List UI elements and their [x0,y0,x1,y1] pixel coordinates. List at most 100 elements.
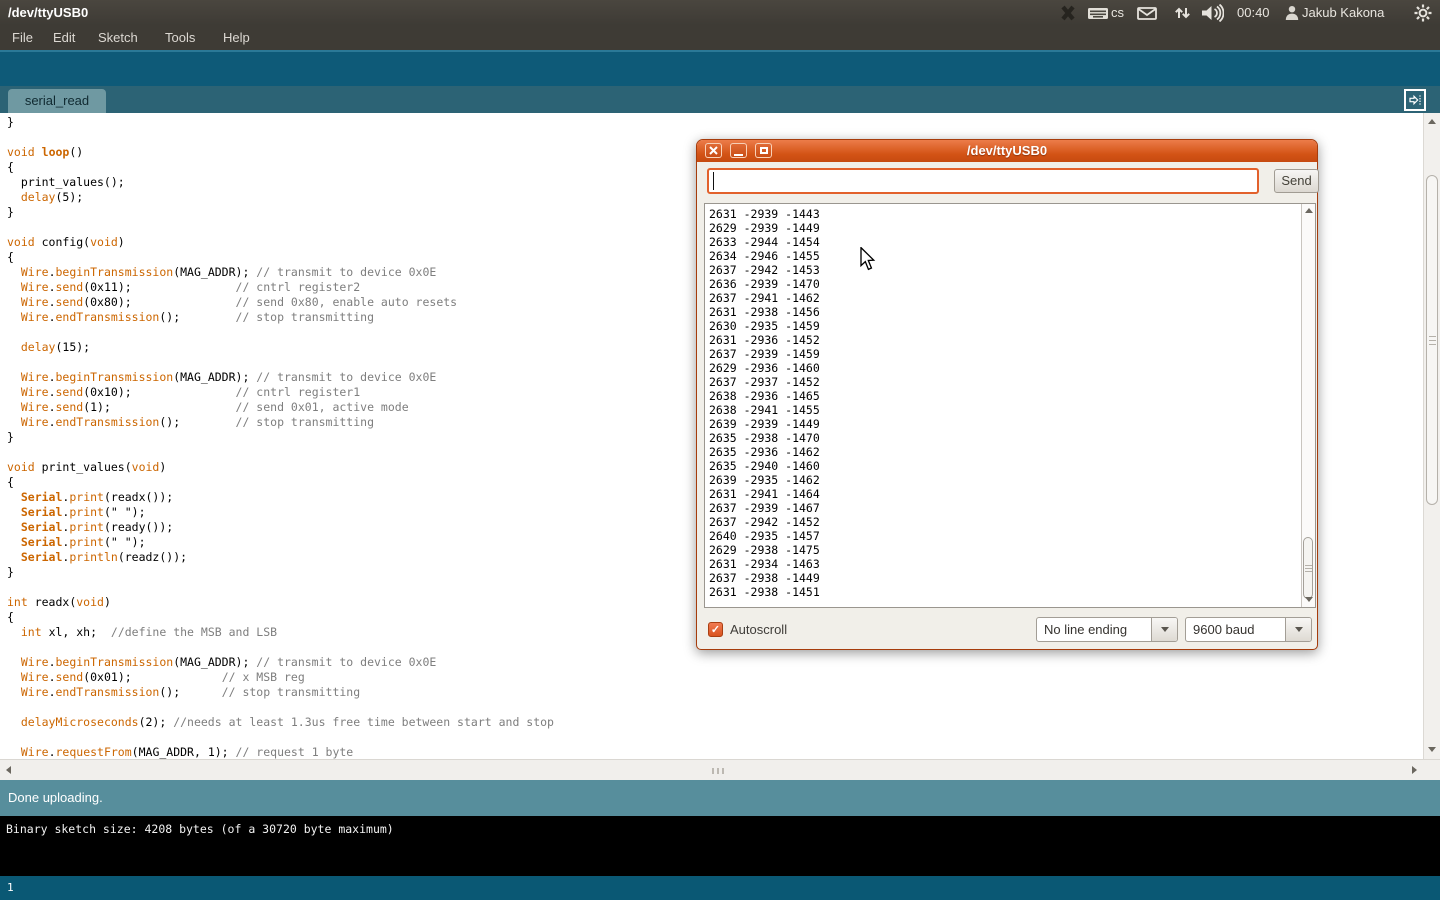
serial-line: 2629 -2938 -1475 [709,543,820,557]
editor-horizontal-scrollbar[interactable] [0,759,1440,780]
baud-rate-dropdown[interactable]: 9600 baud [1185,617,1312,642]
menubar: File Edit Sketch Tools Help [0,25,1440,50]
serial-line: 2629 -2939 -1449 [709,221,820,235]
serial-line: 2631 -2936 -1452 [709,333,820,347]
code-line: Serial.print(" "); [7,505,554,520]
autoscroll-label: Autoscroll [730,618,787,642]
vertical-scroll-thumb[interactable] [1426,175,1438,505]
serial-scroll-down-arrow[interactable] [1305,597,1313,602]
menu-sketch[interactable]: Sketch [98,25,138,50]
scroll-down-arrow[interactable] [1428,747,1436,752]
code-line: Wire.endTransmission(); // stop transmit… [7,685,554,700]
tab-menu-arrow-icon [1407,92,1423,108]
autoscroll-checkbox[interactable]: ✓ [708,622,723,637]
code-line: delay(5); [7,190,554,205]
scroll-right-arrow[interactable] [1412,766,1417,774]
code-line: void config(void) [7,235,554,250]
keyboard-layout-label[interactable]: cs [1111,0,1124,25]
chevron-down-icon [1161,627,1169,632]
serial-line: 2635 -2938 -1470 [709,431,820,445]
keyboard-icon[interactable] [1087,0,1109,25]
scroll-up-arrow[interactable] [1428,119,1436,124]
serial-output-area[interactable]: 2631 -2939 -14432629 -2939 -14492633 -29… [704,203,1316,608]
serial-scroll-thumb[interactable] [1303,537,1313,599]
x-glyph [1060,5,1076,21]
serial-line: 2633 -2944 -1454 [709,235,820,249]
serial-line: 2635 -2940 -1460 [709,459,820,473]
code-line: Wire.send(1); // send 0x01, active mode [7,400,554,415]
build-console: Binary sketch size: 4208 bytes (of a 307… [0,816,1440,876]
tab-serial-read[interactable]: serial_read [8,89,106,113]
send-button[interactable]: Send [1274,169,1319,193]
code-line: Wire.endTransmission(); // stop transmit… [7,310,554,325]
code-line: Wire.beginTransmission(MAG_ADDR); // tra… [7,370,554,385]
baud-rate-dropdown-button[interactable] [1285,618,1311,641]
code-line: Wire.beginTransmission(MAG_ADDR); // tra… [7,655,554,670]
serial-scroll-up-arrow[interactable] [1305,208,1313,213]
serial-line: 2637 -2938 -1449 [709,571,820,585]
serial-line: 2637 -2937 -1452 [709,375,820,389]
code-line: { [7,250,554,265]
serial-send-input[interactable] [707,168,1259,194]
desktop-panel: /dev/ttyUSB0 cs [0,0,1440,25]
indicator-x-icon[interactable] [1060,0,1076,25]
code-line: print_values(); [7,175,554,190]
editor-vertical-scrollbar[interactable] [1423,113,1440,759]
chevron-down-icon [1295,627,1303,632]
window-minimize-button[interactable] [730,143,747,158]
serial-line: 2637 -2939 -1459 [709,347,820,361]
serial-line: 2630 -2935 -1459 [709,319,820,333]
code-line: delayMicroseconds(2); //needs at least 1… [7,715,554,730]
mail-icon[interactable] [1137,0,1157,25]
code-line: } [7,115,554,130]
serial-line: 2638 -2941 -1455 [709,403,820,417]
line-number: 1 [7,876,14,900]
code-line [7,325,554,340]
window-maximize-button[interactable] [755,143,772,158]
code-line [7,445,554,460]
menu-tools[interactable]: Tools [165,25,195,50]
serial-line: 2629 -2936 -1460 [709,361,820,375]
code-line: Wire.requestFrom(MAG_ADDR, 1); // reques… [7,745,554,760]
code-line [7,730,554,745]
menu-file[interactable]: File [12,25,33,50]
line-ending-dropdown-button[interactable] [1151,618,1177,641]
code-line [7,220,554,235]
serial-scrollbar[interactable] [1301,204,1315,607]
user-icon[interactable] [1285,0,1299,25]
tab-menu-button[interactable] [1404,89,1426,111]
clock[interactable]: 00:40 [1237,0,1270,25]
serial-line: 2635 -2936 -1462 [709,445,820,459]
volume-icon[interactable] [1200,0,1224,25]
serial-output: 2631 -2939 -14432629 -2939 -14492633 -29… [709,207,820,599]
serial-line: 2631 -2939 -1443 [709,207,820,221]
line-ending-dropdown[interactable]: No line ending [1036,617,1178,642]
code-line: Wire.send(0x01); // x MSB reg [7,670,554,685]
code-line: Wire.send(0x80); // send 0x80, enable au… [7,295,554,310]
code-line [7,355,554,370]
text-caret [713,172,714,190]
serial-line: 2631 -2938 -1456 [709,305,820,319]
screen: /dev/ttyUSB0 cs [0,0,1440,900]
menu-help[interactable]: Help [223,25,250,50]
serial-monitor-title: /dev/ttyUSB0 [697,140,1317,162]
session-gear-icon[interactable] [1414,0,1432,25]
code-line: void print_values(void) [7,460,554,475]
serial-line: 2636 -2939 -1470 [709,277,820,291]
serial-line: 2637 -2941 -1462 [709,291,820,305]
code-line: Serial.println(readz()); [7,550,554,565]
code-line: { [7,160,554,175]
username-label[interactable]: Jakub Kakona [1302,0,1384,25]
updown-arrows-icon[interactable] [1174,0,1191,25]
status-bar: Done uploading. [0,780,1440,816]
serial-line: 2639 -2939 -1449 [709,417,820,431]
menu-edit[interactable]: Edit [53,25,75,50]
scroll-left-arrow[interactable] [6,766,11,774]
serial-monitor-titlebar[interactable]: /dev/ttyUSB0 [697,140,1317,162]
maximize-icon [760,147,768,154]
baud-rate-value: 9600 baud [1193,618,1254,641]
code-line: } [7,205,554,220]
window-close-button[interactable] [705,143,722,158]
code-line [7,130,554,145]
check-icon: ✓ [711,624,720,636]
